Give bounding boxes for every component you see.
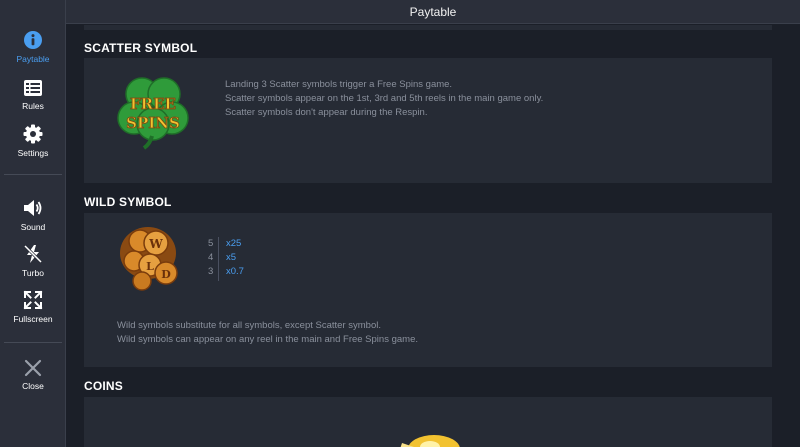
svg-text:W: W bbox=[148, 237, 163, 251]
info-icon bbox=[24, 31, 42, 49]
payout-multiplier: x0.7 bbox=[226, 266, 244, 277]
sidebar-divider bbox=[4, 174, 62, 175]
scatter-symbol-text-bottom: SPINS bbox=[126, 114, 180, 132]
fullscreen-icon bbox=[23, 290, 43, 310]
payout-row: 4 x5 bbox=[208, 251, 244, 265]
payout-multiplier: x25 bbox=[226, 238, 242, 249]
wild-panel: W L D 5 x25 4 x5 3 x0.7 Wild symbols sub… bbox=[84, 213, 772, 367]
payout-count: 3 bbox=[208, 266, 214, 277]
sidebar-item-sound[interactable]: Sound bbox=[0, 198, 66, 232]
sidebar-divider bbox=[4, 342, 62, 343]
sidebar-item-rules[interactable]: Rules bbox=[0, 79, 66, 111]
paytable-content[interactable]: SCATTER SYMBOL FREE SPINS Landing 3 Scat… bbox=[66, 25, 800, 447]
svg-text:D: D bbox=[161, 268, 171, 281]
sidebar-item-label: Settings bbox=[17, 148, 49, 158]
sidebar-item-label: Paytable bbox=[16, 54, 50, 64]
coins-panel bbox=[84, 397, 772, 447]
sidebar-item-label: Turbo bbox=[22, 268, 44, 278]
list-icon bbox=[24, 80, 42, 96]
scatter-symbol-text-top: FREE bbox=[130, 95, 176, 113]
scatter-rule-line: Scatter symbols appear on the 1st, 3rd a… bbox=[225, 93, 544, 104]
sidebar: Paytable Rules Settings Sound Turbo Full… bbox=[0, 0, 66, 447]
payout-count: 4 bbox=[208, 252, 214, 263]
speaker-icon bbox=[24, 200, 42, 216]
sidebar-item-label: Sound bbox=[20, 222, 46, 232]
gear-icon bbox=[23, 124, 43, 144]
close-icon bbox=[24, 359, 42, 377]
page-title: Paytable bbox=[409, 4, 457, 19]
free-spins-scatter-symbol: FREE SPINS bbox=[117, 77, 189, 150]
sidebar-item-fullscreen[interactable]: Fullscreen bbox=[0, 290, 66, 324]
scatter-panel: FREE SPINS Landing 3 Scatter symbols tri… bbox=[84, 58, 772, 183]
sidebar-item-label: Fullscreen bbox=[13, 314, 53, 324]
wild-payout-table: 5 x25 4 x5 3 x0.7 bbox=[208, 237, 244, 279]
payout-multiplier: x5 bbox=[226, 252, 237, 263]
sidebar-item-paytable[interactable]: Paytable bbox=[0, 30, 66, 64]
previous-panel bbox=[84, 25, 772, 30]
scatter-rule-line: Landing 3 Scatter symbols trigger a Free… bbox=[225, 79, 453, 90]
wild-description: Wild symbols substitute for all symbols,… bbox=[117, 319, 418, 347]
header: Paytable bbox=[66, 0, 800, 24]
sidebar-item-settings[interactable]: Settings bbox=[0, 124, 66, 158]
lightning-off-icon bbox=[23, 244, 43, 264]
wild-rule-line: Wild symbols can appear on any reel in t… bbox=[117, 334, 418, 345]
scatter-rule-line: Scatter symbols don't appear during the … bbox=[225, 107, 428, 118]
sidebar-item-label: Rules bbox=[22, 101, 44, 111]
svg-text:L: L bbox=[146, 260, 154, 273]
wild-section-title: WILD SYMBOL bbox=[84, 195, 172, 209]
sidebar-item-turbo[interactable]: Turbo bbox=[0, 244, 66, 278]
sidebar-item-close[interactable]: Close bbox=[0, 359, 66, 391]
payout-row: 5 x25 bbox=[208, 237, 244, 251]
wild-rule-line: Wild symbols substitute for all symbols,… bbox=[117, 320, 381, 331]
wild-coins-symbol: W L D bbox=[120, 227, 178, 291]
scatter-section-title: SCATTER SYMBOL bbox=[84, 41, 198, 55]
scatter-description: Landing 3 Scatter symbols trigger a Free… bbox=[225, 78, 543, 120]
sidebar-item-label: Close bbox=[22, 381, 44, 391]
payout-count: 5 bbox=[208, 238, 214, 249]
coins-section-title: COINS bbox=[84, 379, 124, 393]
payout-row: 3 x0.7 bbox=[208, 265, 244, 279]
coin-glow-symbol bbox=[400, 435, 460, 447]
